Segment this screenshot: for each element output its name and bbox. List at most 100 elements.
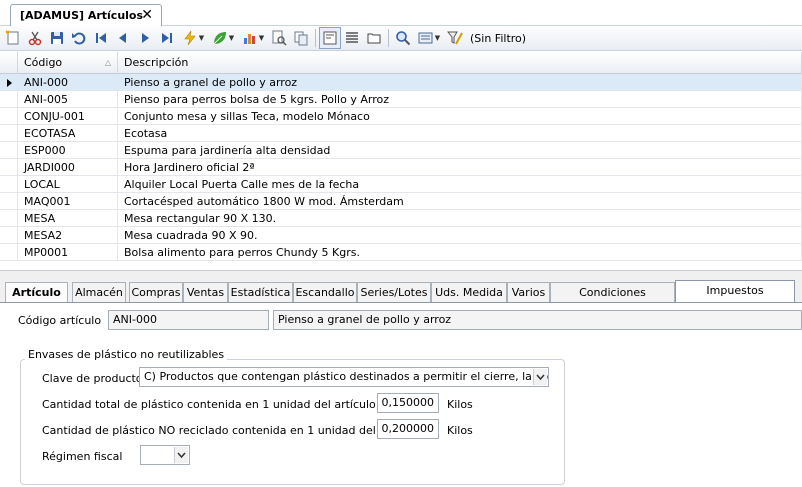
clave-producto-select[interactable]: C) Productos que contengan plástico dest…: [139, 367, 549, 387]
cantidad-total-input[interactable]: 0,150000: [377, 393, 439, 413]
save-icon[interactable]: [46, 27, 68, 49]
tab-uds-medida[interactable]: Uds. Medida: [431, 282, 507, 303]
table-row[interactable]: ANI-000 Pienso a granel de pollo y arroz: [0, 74, 802, 91]
clave-producto-label: Clave de producto: [42, 372, 143, 385]
table-row[interactable]: MP0001 Bolsa alimento para perros Chundy …: [0, 244, 802, 261]
cell-codigo[interactable]: ANI-005: [18, 91, 118, 108]
tab-series-lotes[interactable]: Series/Lotes: [357, 282, 431, 303]
filter-view-icon[interactable]: ▼: [414, 27, 444, 49]
cantidad-no-reciclado-input[interactable]: 0,200000: [377, 419, 439, 439]
cantidad-total-unit: Kilos: [447, 398, 473, 411]
filter-status-label[interactable]: (Sin Filtro): [470, 32, 526, 45]
table-row[interactable]: MESA Mesa rectangular 90 X 130.: [0, 210, 802, 227]
cell-descripcion[interactable]: Conjunto mesa y sillas Teca, modelo Móna…: [118, 108, 802, 125]
row-selector[interactable]: [0, 176, 18, 193]
cell-descripcion[interactable]: Pienso a granel de pollo y arroz: [118, 74, 802, 91]
column-header-descripcion[interactable]: Descripción: [118, 52, 802, 74]
search-icon[interactable]: [392, 27, 414, 49]
previous-record-icon[interactable]: [112, 27, 134, 49]
form-view-icon[interactable]: [319, 27, 341, 49]
row-selector[interactable]: [0, 227, 18, 244]
tab-estadistica[interactable]: Estadística: [228, 282, 293, 303]
sort-ascending-icon: △: [104, 58, 111, 67]
cell-codigo[interactable]: MESA2: [18, 227, 118, 244]
cell-descripcion[interactable]: Bolsa alimento para perros Chundy 5 Kgrs…: [118, 244, 802, 261]
row-selector[interactable]: [0, 125, 18, 142]
cantidad-total-label: Cantidad total de plástico contenida en …: [42, 398, 376, 411]
cell-descripcion[interactable]: Mesa cuadrada 90 X 90.: [118, 227, 802, 244]
lightning-action-icon[interactable]: ▼: [178, 27, 208, 49]
codigo-articulo-field[interactable]: ANI-000: [108, 310, 269, 330]
column-header-codigo[interactable]: Código △: [18, 52, 118, 74]
cell-codigo[interactable]: JARDI000: [18, 159, 118, 176]
cell-codigo[interactable]: MAQ001: [18, 193, 118, 210]
cell-descripcion[interactable]: Pienso para perros bolsa de 5 kgrs. Poll…: [118, 91, 802, 108]
row-selector[interactable]: [0, 74, 18, 91]
cell-codigo[interactable]: MP0001: [18, 244, 118, 261]
table-row[interactable]: LOCAL Alquiler Local Puerta Calle mes de …: [0, 176, 802, 193]
clave-producto-value: C) Productos que contengan plástico dest…: [144, 370, 548, 383]
first-record-icon[interactable]: [90, 27, 112, 49]
table-row[interactable]: MAQ001 Cortacésped automático 1800 W mod.…: [0, 193, 802, 210]
tab-impuestos-especiales[interactable]: Impuestos especiales: [675, 280, 795, 316]
cell-descripcion[interactable]: Ecotasa: [118, 125, 802, 142]
undo-icon[interactable]: [68, 27, 90, 49]
cell-codigo[interactable]: MESA: [18, 210, 118, 227]
toolbar-separator: [388, 29, 389, 47]
table-row[interactable]: CONJU-001 Conjunto mesa y sillas Teca, mo…: [0, 108, 802, 125]
row-selector[interactable]: [0, 91, 18, 108]
tab-varios[interactable]: Varios: [507, 282, 550, 303]
row-selector[interactable]: [0, 193, 18, 210]
last-record-icon[interactable]: [156, 27, 178, 49]
cell-codigo[interactable]: ANI-000: [18, 74, 118, 91]
row-selector[interactable]: [0, 142, 18, 159]
cell-descripcion[interactable]: Cortacésped automático 1800 W mod. Ámste…: [118, 193, 802, 210]
copy-icon[interactable]: [290, 27, 312, 49]
row-selector[interactable]: [0, 210, 18, 227]
articles-grid: Código △ Descripción ANI-000 Pienso a gran…: [0, 52, 802, 270]
descripcion-articulo-field[interactable]: Pienso a granel de pollo y arroz: [273, 310, 802, 330]
grid-header: Código △ Descripción: [0, 52, 802, 74]
document-tab-articulos[interactable]: [ADAMUS] Artículos ✕: [10, 4, 162, 26]
filter-clear-icon[interactable]: [444, 27, 466, 49]
cell-codigo[interactable]: ECOTASA: [18, 125, 118, 142]
cell-codigo[interactable]: LOCAL: [18, 176, 118, 193]
print-preview-icon[interactable]: [268, 27, 290, 49]
folder-icon[interactable]: [363, 27, 385, 49]
toolbar: ▼ ▼ ▼ ▼ (Sin Filtro): [0, 26, 802, 51]
tab-almacen[interactable]: Almacén: [72, 282, 126, 303]
chart-icon[interactable]: ▼: [238, 27, 268, 49]
cell-descripcion[interactable]: Espuma para jardinería alta densidad: [118, 142, 802, 159]
cell-descripcion[interactable]: Hora Jardinero oficial 2ª: [118, 159, 802, 176]
row-selector[interactable]: [0, 244, 18, 261]
table-row[interactable]: ANI-005 Pienso para perros bolsa de 5 kgr…: [0, 91, 802, 108]
cell-descripcion[interactable]: Alquiler Local Puerta Calle mes de la fe…: [118, 176, 802, 193]
row-selector[interactable]: [0, 159, 18, 176]
list-view-icon[interactable]: [341, 27, 363, 49]
tab-compras[interactable]: Compras: [129, 282, 183, 303]
leaf-icon[interactable]: ▼: [208, 27, 238, 49]
regimen-fiscal-select[interactable]: [140, 445, 190, 465]
table-row[interactable]: ESP000 Espuma para jardinería alta densid…: [0, 142, 802, 159]
close-icon[interactable]: ✕: [141, 7, 153, 23]
cantidad-no-reciclado-label: Cantidad de plástico NO reciclado conten…: [42, 424, 421, 437]
tab-articulo[interactable]: Artículo: [5, 282, 68, 303]
tab-condiciones-especiales[interactable]: Condiciones especiales: [550, 282, 675, 318]
document-tab-strip: [ADAMUS] Artículos ✕: [0, 0, 802, 26]
table-row[interactable]: JARDI000 Hora Jardinero oficial 2ª: [0, 159, 802, 176]
table-row[interactable]: MESA2 Mesa cuadrada 90 X 90.: [0, 227, 802, 244]
cell-codigo[interactable]: CONJU-001: [18, 108, 118, 125]
row-selector[interactable]: [0, 108, 18, 125]
tab-ventas[interactable]: Ventas: [183, 282, 228, 303]
tab-escandallo[interactable]: Escandallo: [293, 282, 357, 303]
table-row[interactable]: ECOTASA Ecotasa: [0, 125, 802, 142]
impuestos-especiales-panel: Código artículo ANI-000 Pienso a granel …: [0, 302, 802, 487]
new-record-button[interactable]: [2, 27, 24, 49]
cell-codigo[interactable]: ESP000: [18, 142, 118, 159]
cell-descripcion[interactable]: Mesa rectangular 90 X 130.: [118, 210, 802, 227]
chevron-down-icon[interactable]: [174, 447, 188, 463]
next-record-icon[interactable]: [134, 27, 156, 49]
chevron-down-icon[interactable]: [533, 369, 547, 385]
codigo-articulo-label: Código artículo: [18, 314, 102, 327]
cut-icon[interactable]: [24, 27, 46, 49]
